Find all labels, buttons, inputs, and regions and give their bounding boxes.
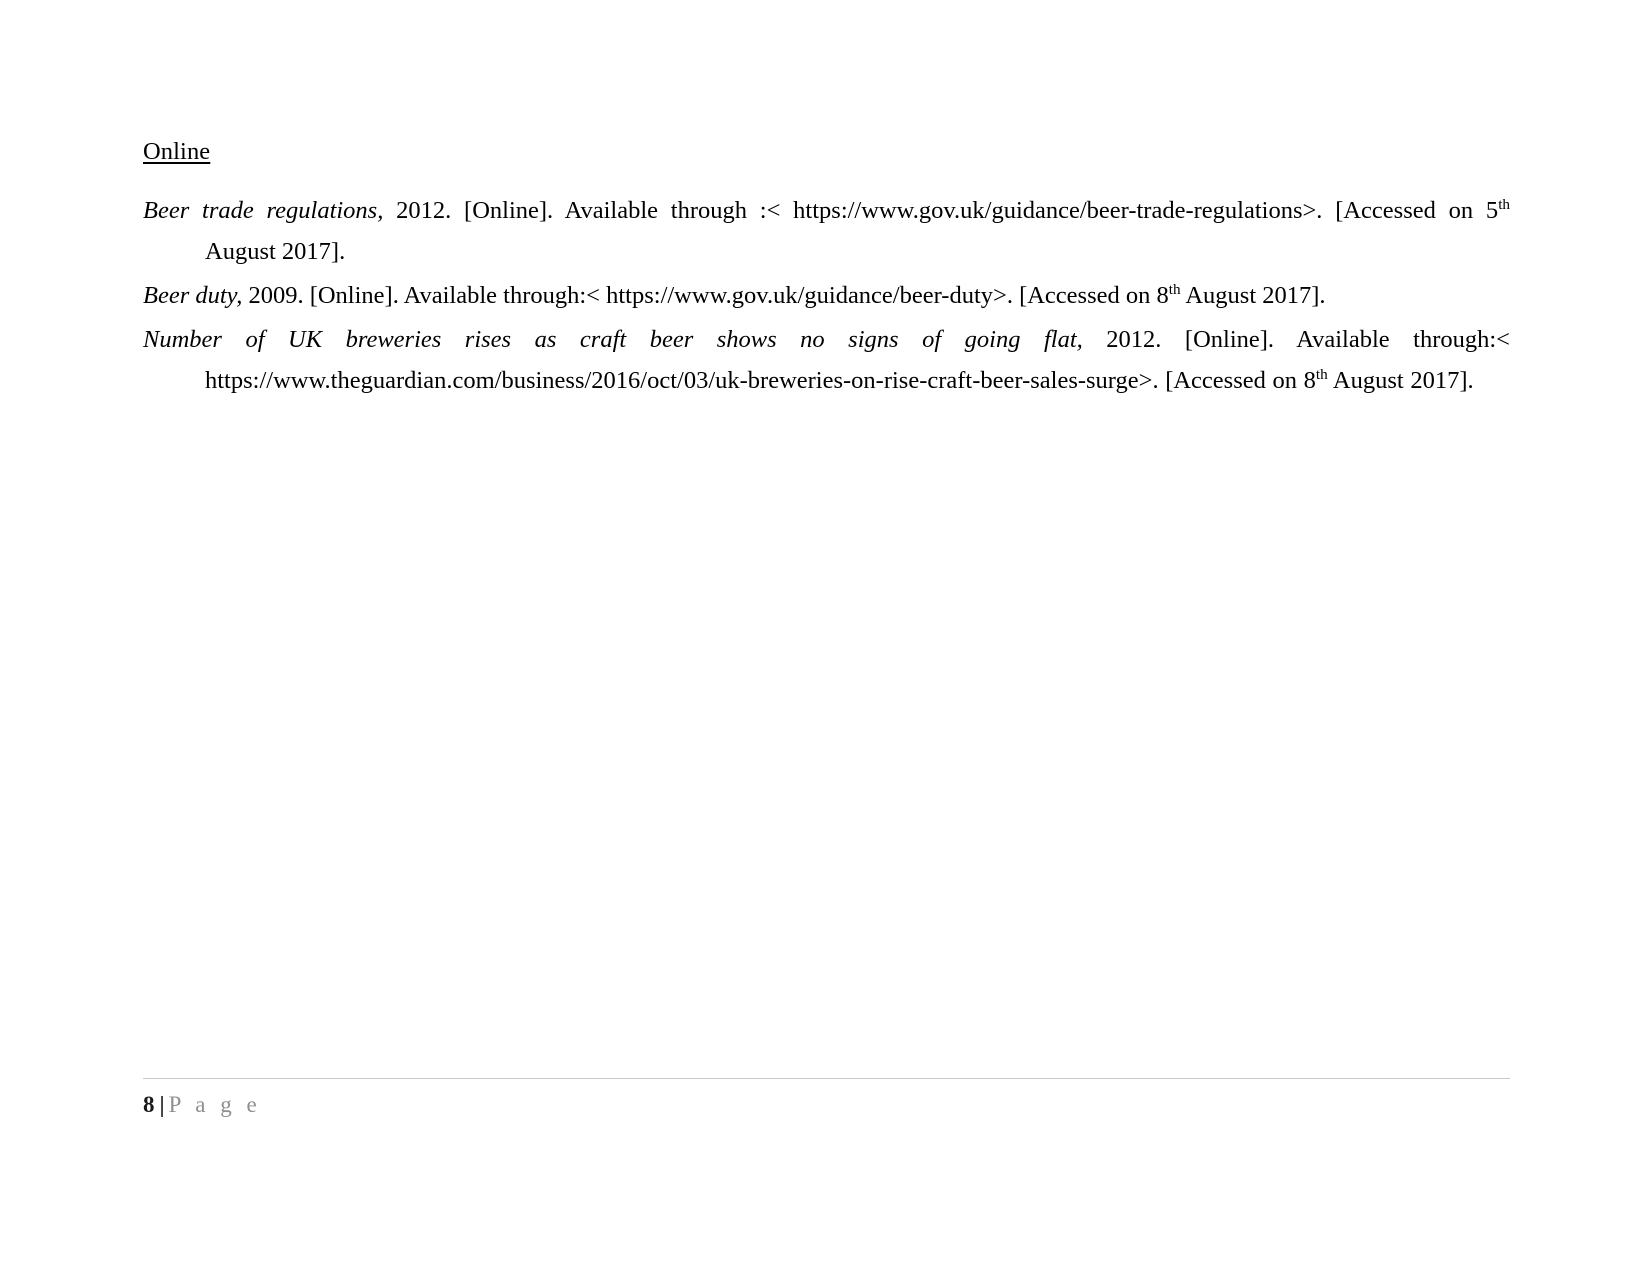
footer-page-label: P a g e bbox=[168, 1092, 262, 1117]
reference-title: Beer duty, bbox=[143, 281, 243, 309]
reference-body: 2009. [Online]. Available through:< http… bbox=[242, 281, 1169, 309]
reference-body: 2012. [Online]. Available through :< htt… bbox=[383, 196, 1499, 224]
footer-page-number: 8 bbox=[143, 1092, 155, 1117]
reference-entry: Beer trade regulations, 2012. [Online]. … bbox=[143, 190, 1510, 272]
footer-separator: | bbox=[159, 1092, 165, 1117]
ordinal-suffix: th bbox=[1315, 365, 1328, 383]
reference-entry: Beer duty, 2009. [Online]. Available thr… bbox=[143, 275, 1510, 316]
reference-body-tail: August 2017]. bbox=[205, 237, 346, 265]
section-heading-online: Online bbox=[143, 138, 211, 165]
reference-entry: Number of UK breweries rises as craft be… bbox=[143, 319, 1510, 401]
reference-body-tail: August 2017]. bbox=[1180, 281, 1326, 309]
page-footer: 8 | P a g e bbox=[143, 1078, 1510, 1116]
footer-divider bbox=[143, 1078, 1510, 1079]
reference-list: Beer trade regulations, 2012. [Online]. … bbox=[143, 190, 1510, 401]
footer-page-indicator: 8 | P a g e bbox=[143, 1093, 1510, 1116]
ordinal-suffix: th bbox=[1498, 195, 1511, 213]
reference-title: Beer trade regulations, bbox=[143, 196, 384, 224]
reference-title: Number of UK breweries rises as craft be… bbox=[143, 325, 1083, 353]
ordinal-suffix: th bbox=[1168, 280, 1181, 298]
reference-body-tail: August 2017]. bbox=[1327, 366, 1474, 394]
